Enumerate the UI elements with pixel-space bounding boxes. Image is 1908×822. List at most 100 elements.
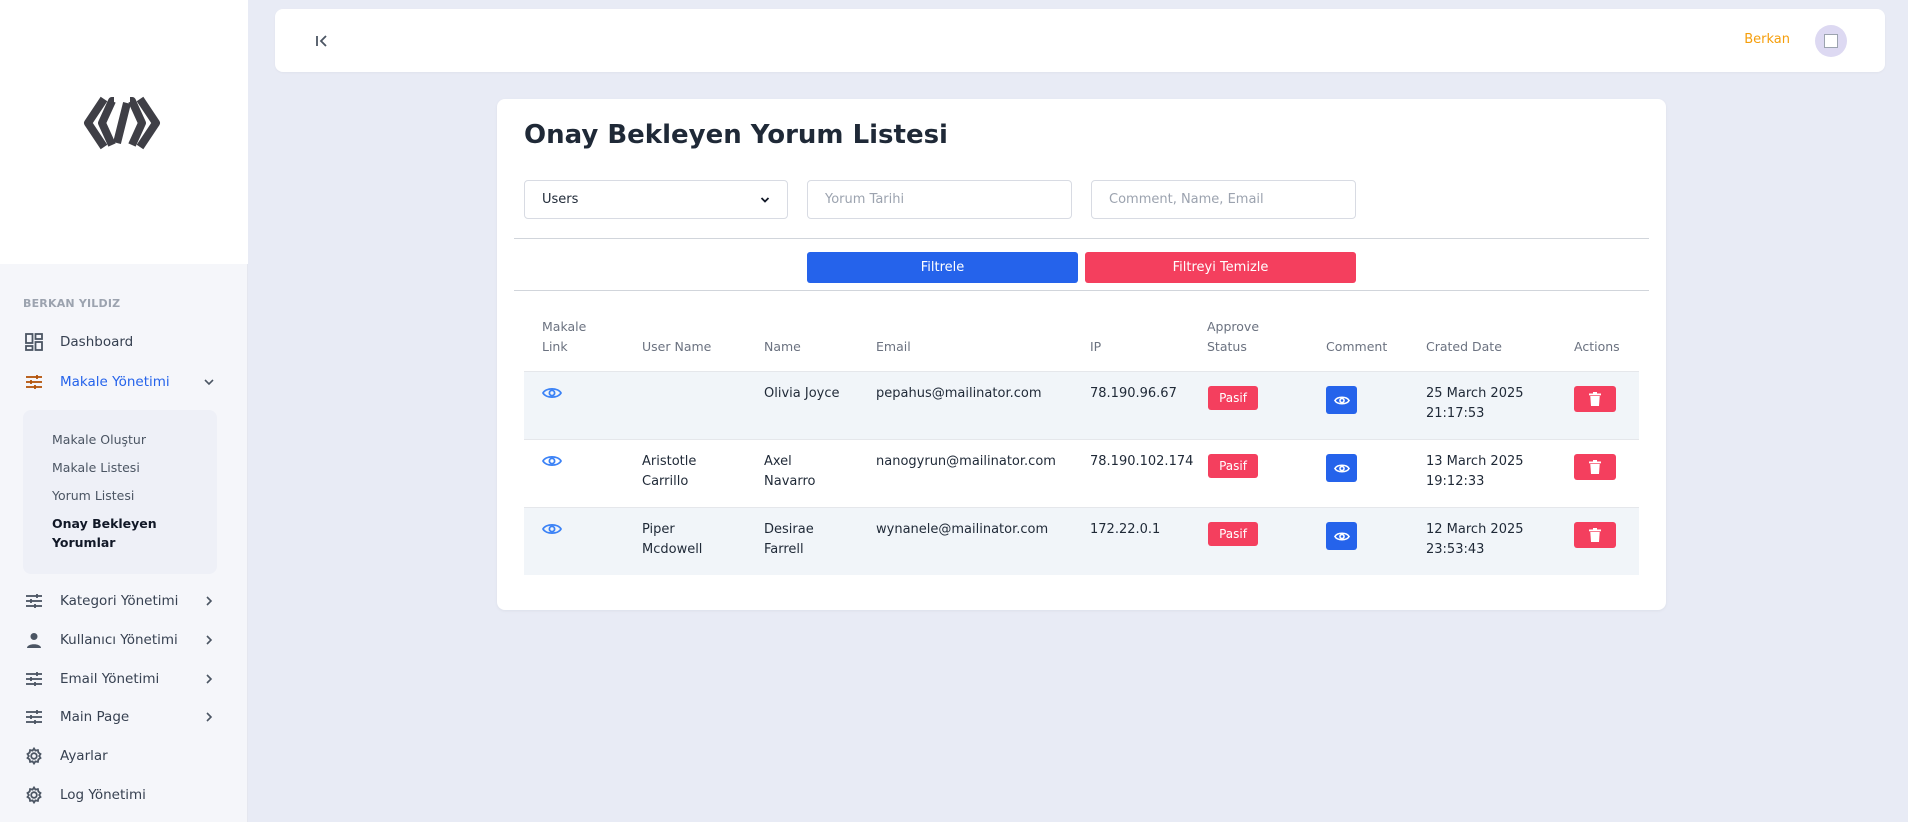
chevron-down-icon: [204, 379, 214, 386]
name-cell: Axel Navarro: [764, 454, 816, 489]
ip-cell: 172.22.0.1: [1090, 522, 1161, 537]
sidebar-item-label: Email Yönetimi: [60, 671, 160, 687]
ip-cell: 78.190.102.174: [1090, 454, 1194, 469]
dashboard-icon: [24, 332, 44, 352]
column-header: Actions: [1574, 339, 1620, 354]
eye-icon: [1333, 531, 1350, 541]
sidebar-item-log-yonetimi[interactable]: Log Yönetimi: [0, 777, 248, 813]
sidebar-item-label: Dashboard: [60, 334, 134, 350]
table-row: Olivia Joyce pepahus@mailinator.com 78.1…: [524, 371, 1639, 439]
sidebar-item-ayarlar[interactable]: Ayarlar: [0, 738, 248, 774]
gear-icon: [24, 785, 44, 805]
chevron-right-icon: [206, 712, 213, 722]
users-select-value: Users: [542, 192, 579, 207]
eye-icon[interactable]: [542, 454, 562, 468]
email-cell: wynanele@mailinator.com: [876, 522, 1049, 537]
top-bar: Berkan: [275, 9, 1885, 72]
date-cell: 25 March 2025 21:17:53: [1426, 386, 1524, 421]
trash-icon: [1589, 460, 1601, 474]
column-header: Email: [876, 339, 911, 354]
chevron-right-icon: [206, 635, 213, 645]
delete-button[interactable]: [1574, 386, 1616, 412]
sidebar-item-kullanici-yonetimi[interactable]: Kullanıcı Yönetimi: [0, 622, 248, 658]
view-comment-button[interactable]: [1326, 386, 1357, 414]
status-badge: Pasif: [1208, 454, 1258, 478]
sidebar-item-main-page[interactable]: Main Page: [0, 699, 248, 735]
trash-icon: [1589, 528, 1601, 542]
name-cell: Desirae Farrell: [764, 522, 814, 557]
table-row: Aristotle Carrillo Axel Navarro nanogyru…: [524, 439, 1639, 507]
chevron-right-icon: [206, 596, 213, 606]
code-logo-icon: [84, 96, 160, 150]
column-header: Approve Status: [1207, 319, 1260, 354]
submenu-makale: Makale Oluştur Makale Listesi Yorum List…: [23, 410, 217, 574]
chevron-right-icon: [206, 674, 213, 684]
sidebar-item-kategori-yonetimi[interactable]: Kategori Yönetimi: [0, 583, 248, 619]
column-header: User Name: [642, 339, 712, 354]
submenu-item-yorum-listesi[interactable]: Yorum Listesi: [52, 486, 134, 505]
comment-date-placeholder: Yorum Tarihi: [825, 192, 905, 207]
submenu-item-makale-listesi[interactable]: Makale Listesi: [52, 458, 140, 477]
table-row: Piper Mcdowell Desirae Farrell wynanele@…: [524, 507, 1639, 575]
view-comment-button[interactable]: [1326, 454, 1357, 482]
topbar-username[interactable]: Berkan: [1744, 32, 1790, 47]
users-select[interactable]: Users: [524, 180, 788, 219]
user-name-cell: Piper Mcdowell: [642, 522, 703, 557]
column-header: Crated Date: [1426, 339, 1502, 354]
eye-icon[interactable]: [542, 522, 562, 536]
chevron-down-icon: [760, 197, 770, 203]
submenu-item-makale-olustur[interactable]: Makale Oluştur: [52, 430, 146, 449]
column-header: IP: [1090, 339, 1102, 354]
collapse-sidebar-icon[interactable]: [312, 31, 332, 51]
eye-icon: [1333, 395, 1350, 405]
comments-card: Onay Bekleyen Yorum Listesi Users Yorum …: [497, 99, 1666, 610]
status-badge: Pasif: [1208, 386, 1258, 410]
sidebar-item-label: Main Page: [60, 709, 130, 725]
date-cell: 12 March 2025 23:53:43: [1426, 522, 1524, 557]
broken-image-icon: [1824, 34, 1838, 48]
divider: [514, 290, 1649, 291]
name-cell: Olivia Joyce: [764, 386, 840, 401]
sidebar-item-makale-yonetimi[interactable]: Makale Yönetimi: [0, 364, 248, 400]
sidebar-item-dashboard[interactable]: Dashboard: [0, 324, 248, 360]
status-badge: Pasif: [1208, 522, 1258, 546]
email-cell: nanogyrun@mailinator.com: [876, 454, 1056, 469]
person-icon: [24, 630, 44, 650]
comment-date-input[interactable]: Yorum Tarihi: [807, 180, 1072, 219]
gear-icon: [24, 746, 44, 766]
divider: [514, 238, 1649, 239]
sidebar-item-label: Makale Yönetimi: [60, 374, 170, 390]
sliders-icon: [24, 372, 44, 392]
filter-button[interactable]: Filtrele: [807, 252, 1078, 283]
submenu-item-onay-bekleyen-yorumlar[interactable]: Onay Bekleyen Yorumlar: [52, 514, 162, 552]
view-comment-button[interactable]: [1326, 522, 1357, 550]
delete-button[interactable]: [1574, 454, 1616, 480]
eye-icon[interactable]: [542, 386, 562, 400]
sliders-icon: [24, 591, 44, 611]
eye-icon: [1333, 463, 1350, 473]
sliders-icon: [24, 669, 44, 689]
sidebar-item-label: Kategori Yönetimi: [60, 593, 179, 609]
trash-icon: [1589, 392, 1601, 406]
sidebar-item-email-yonetimi[interactable]: Email Yönetimi: [0, 661, 248, 697]
ip-cell: 78.190.96.67: [1090, 386, 1177, 401]
sliders-icon: [24, 707, 44, 727]
user-name-cell: Aristotle Carrillo: [642, 454, 697, 489]
clear-filter-button[interactable]: Filtreyi Temizle: [1085, 252, 1356, 283]
column-header: Makale Link: [542, 319, 587, 354]
column-header: Comment: [1326, 339, 1388, 354]
delete-button[interactable]: [1574, 522, 1616, 548]
sidebar-item-label: Ayarlar: [60, 748, 108, 764]
sidebar: BERKAN YILDIZ Dashboard Makale Yönetimi …: [0, 0, 248, 822]
comment-search-input[interactable]: Comment, Name, Email: [1091, 180, 1356, 219]
email-cell: pepahus@mailinator.com: [876, 386, 1042, 401]
comment-search-placeholder: Comment, Name, Email: [1109, 192, 1264, 207]
column-header: Name: [764, 339, 801, 354]
date-cell: 13 March 2025 19:12:33: [1426, 454, 1524, 489]
sidebar-item-label: Kullanıcı Yönetimi: [60, 632, 178, 648]
avatar[interactable]: [1815, 25, 1847, 57]
sidebar-item-label: Log Yönetimi: [60, 787, 146, 803]
page-title: Onay Bekleyen Yorum Listesi: [524, 120, 948, 150]
sidebar-user-heading: BERKAN YILDIZ: [23, 297, 121, 310]
logo[interactable]: [21, 22, 223, 224]
